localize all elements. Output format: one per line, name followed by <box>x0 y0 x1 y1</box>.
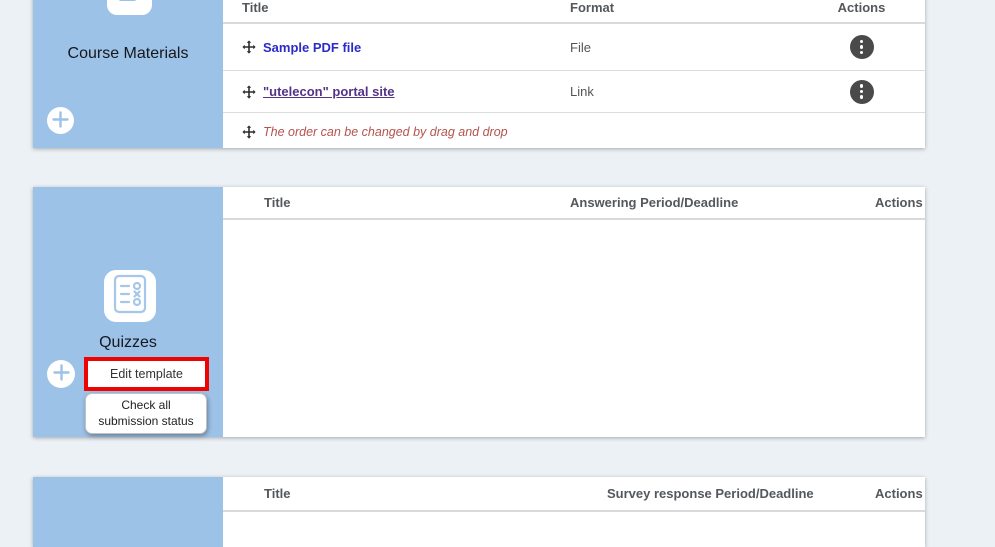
course-materials-sidebar: Course Materials <box>33 0 223 148</box>
add-material-button[interactable] <box>47 107 74 134</box>
quizzes-table-header: Title Answering Period/Deadline Actions <box>223 187 925 220</box>
material-link-portal[interactable]: "utelecon" portal site <box>263 84 395 99</box>
plus-icon <box>53 364 70 384</box>
surveys-panel: Title Survey response Period/Deadline Ac… <box>33 477 925 547</box>
actions-menu-button[interactable] <box>850 80 874 104</box>
column-header-answering-period: Answering Period/Deadline <box>570 195 875 210</box>
material-row: Sample PDF file File <box>223 24 925 71</box>
quizzes-sidebar: Quizzes Edit template Check all submissi… <box>33 187 223 437</box>
surveys-table-header: Title Survey response Period/Deadline Ac… <box>223 477 925 512</box>
quizzes-title: Quizzes <box>33 334 223 352</box>
course-materials-panel: Course Materials Title Format Actions Sa… <box>33 0 925 148</box>
actions-menu-button[interactable] <box>850 35 874 59</box>
materials-table-header: Title Format Actions <box>223 0 925 24</box>
quizzes-table: Title Answering Period/Deadline Actions <box>223 187 925 437</box>
column-header-actions: Actions <box>875 195 925 210</box>
column-header-title: Title <box>223 0 570 15</box>
quiz-checklist-icon <box>112 274 148 319</box>
plus-icon <box>52 111 69 131</box>
edit-template-highlight-box: Edit template <box>84 357 209 391</box>
drag-note-row: The order can be changed by drag and dro… <box>223 113 925 150</box>
add-quiz-button[interactable] <box>47 360 75 388</box>
surveys-sidebar <box>33 477 223 547</box>
format-cell: Link <box>570 84 820 99</box>
column-header-survey-period: Survey response Period/Deadline <box>607 486 875 501</box>
course-materials-title: Course Materials <box>33 45 223 63</box>
quizzes-panel: Quizzes Edit template Check all submissi… <box>33 187 925 437</box>
edit-square-pencil-icon <box>115 0 145 10</box>
edit-template-button[interactable]: Edit template <box>110 367 183 381</box>
surveys-table: Title Survey response Period/Deadline Ac… <box>223 477 925 547</box>
format-cell: File <box>570 40 820 55</box>
material-link-file[interactable]: Sample PDF file <box>263 40 361 55</box>
lms-course-page: { "theme": { "background": "#ecf1f6", "p… <box>0 0 995 520</box>
drag-handle-icon[interactable] <box>242 40 256 54</box>
column-header-actions: Actions <box>875 486 925 501</box>
material-row: "utelecon" portal site Link <box>223 71 925 113</box>
column-header-title: Title <box>223 486 607 501</box>
check-all-submission-status-button[interactable]: Check all submission status <box>85 393 207 434</box>
course-materials-icon-box <box>107 0 152 15</box>
drag-handle-icon <box>242 125 256 139</box>
drag-note-text: The order can be changed by drag and dro… <box>263 125 508 139</box>
column-header-format: Format <box>570 0 820 15</box>
column-header-title: Title <box>223 195 570 210</box>
quizzes-icon-box <box>104 270 156 322</box>
drag-handle-icon[interactable] <box>242 85 256 99</box>
column-header-actions: Actions <box>820 0 925 15</box>
course-materials-table: Title Format Actions Sample PDF file Fil… <box>223 0 925 148</box>
